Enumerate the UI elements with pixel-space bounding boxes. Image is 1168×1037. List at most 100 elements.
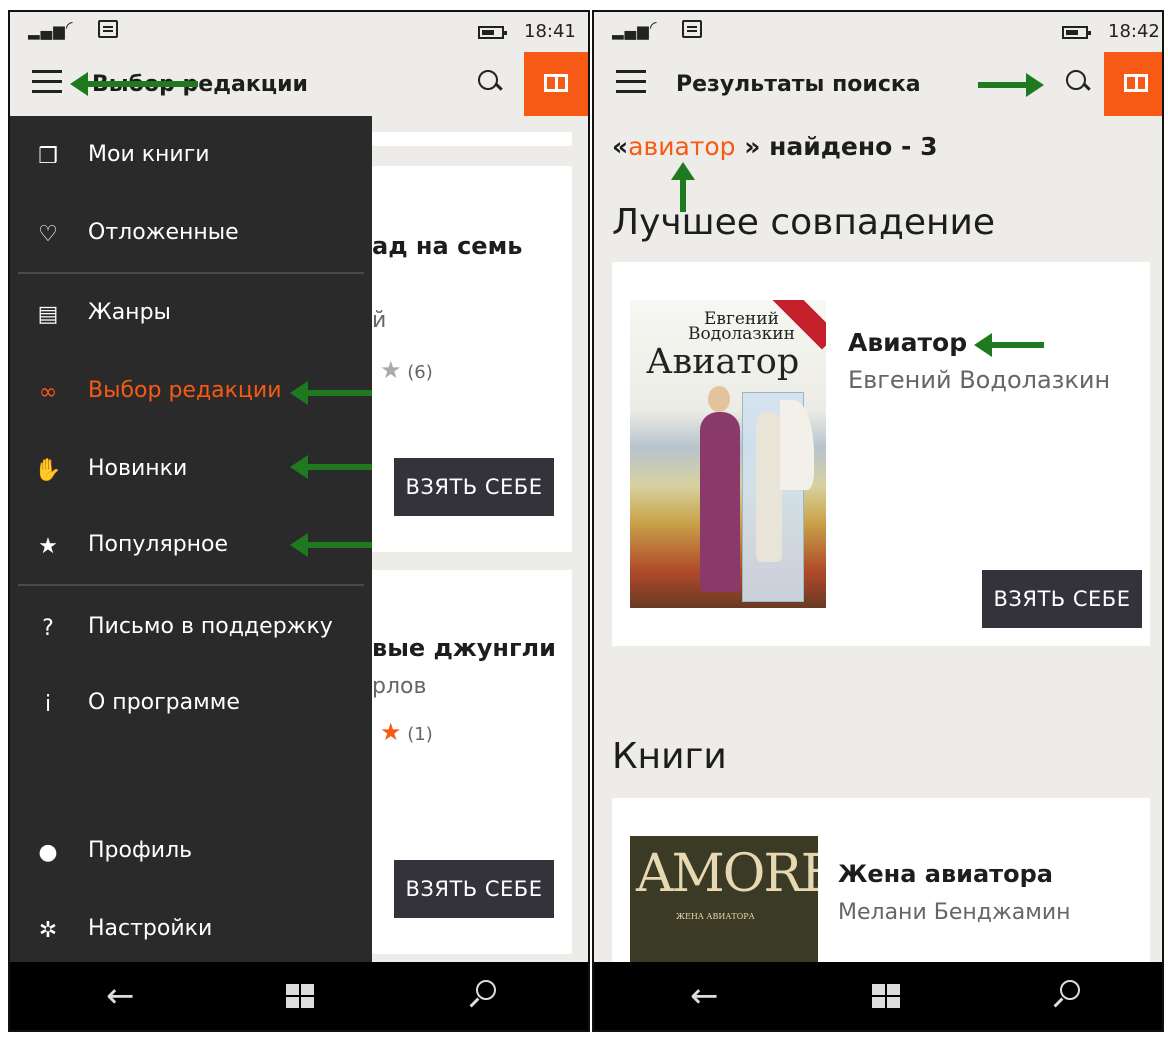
- hamburger-menu-icon[interactable]: [32, 70, 62, 94]
- clock: 18:42: [1108, 21, 1160, 42]
- book-title: вые джунгли: [372, 634, 556, 662]
- book-author: й: [372, 308, 387, 333]
- right-phone-screen: ▂▄▆ ◜ 18:42 Результаты поиска «авиатор »…: [592, 10, 1164, 1032]
- question-icon: ?: [42, 616, 54, 641]
- windows-start-icon[interactable]: [286, 984, 316, 1010]
- book-author[interactable]: Мелани Бенджамин: [838, 900, 1071, 925]
- star-icon: ★: [38, 534, 58, 559]
- annotation-arrow: [671, 162, 695, 212]
- annotation-arrow: [978, 73, 1044, 97]
- menu-item-favorites[interactable]: ♡ Отложенные: [10, 204, 372, 264]
- annotation-arrow: [290, 381, 372, 405]
- book-icon: [1124, 74, 1148, 92]
- menu-item-support[interactable]: ? Письмо в поддержку: [10, 598, 372, 658]
- message-icon: [682, 20, 702, 38]
- back-arrow-icon[interactable]: ←: [690, 979, 719, 1013]
- cover-title: AMORE: [636, 844, 818, 904]
- cover-subtitle: ЖЕНА АВИАТОРА: [676, 912, 755, 921]
- annotation-arrow: [290, 533, 372, 557]
- star-icon: ★: [380, 356, 402, 384]
- battery-icon: [478, 26, 507, 39]
- take-book-button[interactable]: ВЗЯТЬ СЕБЕ: [394, 458, 554, 516]
- search-icon[interactable]: [1052, 980, 1080, 1010]
- menu-item-new[interactable]: ✋ Новинки: [10, 440, 372, 500]
- my-books-button[interactable]: [1104, 52, 1162, 116]
- menu-item-label: Выбор редакции: [88, 378, 282, 403]
- wifi-icon: ◜: [66, 18, 73, 38]
- person-icon: ●: [38, 840, 58, 865]
- menu-item-label: Жанры: [88, 300, 171, 325]
- menu-item-label: Отложенные: [88, 220, 239, 245]
- book-icon: [544, 74, 568, 92]
- cover-wing: [780, 400, 814, 490]
- menu-item-label: Настройки: [88, 916, 213, 941]
- book-title: ад на семь: [372, 232, 523, 260]
- system-nav-bar: ←: [594, 962, 1162, 1030]
- quote-open: «: [612, 132, 629, 161]
- search-icon[interactable]: [1066, 70, 1092, 96]
- cover-figure: [700, 386, 740, 592]
- heart-icon: ♡: [38, 222, 58, 247]
- search-term[interactable]: авиатор: [628, 132, 735, 161]
- system-nav-bar: ←: [10, 962, 588, 1030]
- rating: ★ (6): [380, 356, 433, 384]
- menu-item-settings[interactable]: ✲ Настройки: [10, 900, 372, 960]
- book-author[interactable]: Евгений Водолазкин: [848, 366, 1110, 394]
- windows-start-icon[interactable]: [872, 984, 902, 1010]
- book-title[interactable]: Авиатор: [848, 328, 967, 357]
- books-heading: Книги: [612, 736, 727, 777]
- menu-item-genres[interactable]: ▤ Жанры: [10, 284, 372, 344]
- search-icon[interactable]: [468, 980, 496, 1010]
- book-title[interactable]: Жена авиатора: [838, 860, 1053, 888]
- wifi-icon: ◜: [650, 18, 657, 38]
- page-title: Результаты поиска: [676, 72, 921, 97]
- navigation-drawer: ❒ Мои книги ♡ Отложенные ▤ Жанры ∞ Выбор…: [10, 116, 372, 966]
- menu-item-label: О программе: [88, 690, 240, 715]
- take-book-button[interactable]: ВЗЯТЬ СЕБЕ: [394, 860, 554, 918]
- take-book-button[interactable]: ВЗЯТЬ СЕБЕ: [982, 570, 1142, 628]
- search-query-summary: «авиатор » найдено - 3: [612, 132, 938, 161]
- signal-icon: ▂▄▆: [28, 22, 66, 40]
- cover-title: Авиатор: [646, 342, 800, 382]
- menu-item-label: Мои книги: [88, 142, 210, 167]
- status-bar: ▂▄▆ ◜ 18:42: [594, 12, 1162, 52]
- menu-item-about[interactable]: i О программе: [10, 674, 372, 734]
- my-books-button[interactable]: [524, 52, 588, 116]
- menu-divider: [18, 584, 364, 586]
- menu-item-label: Письмо в поддержку: [88, 614, 333, 639]
- app-bar: Результаты поиска: [594, 52, 1162, 116]
- back-arrow-icon[interactable]: ←: [106, 979, 135, 1013]
- book-cover[interactable]: AMORE ЖЕНА АВИАТОРА: [630, 836, 818, 968]
- result-count: » найдено - 3: [735, 132, 938, 161]
- best-match-card[interactable]: Евгений Водолазкин Авиатор Авиатор Евген…: [612, 262, 1150, 646]
- book-list-item[interactable]: AMORE ЖЕНА АВИАТОРА Жена авиатора Мелани…: [612, 798, 1150, 968]
- menu-item-label: Профиль: [88, 838, 193, 863]
- message-icon: [98, 20, 118, 38]
- book-cover[interactable]: Евгений Водолазкин Авиатор: [630, 300, 826, 608]
- signal-icon: ▂▄▆: [612, 22, 650, 40]
- battery-icon: [1062, 26, 1091, 39]
- menu-item-label: Популярное: [88, 532, 229, 557]
- annotation-arrow: [974, 333, 1044, 357]
- rating-count: (6): [407, 362, 433, 383]
- menu-divider: [18, 272, 364, 274]
- menu-item-profile[interactable]: ● Профиль: [10, 822, 372, 882]
- menu-item-label: Новинки: [88, 456, 188, 481]
- annotation-arrow: [70, 72, 198, 96]
- rating-count: (1): [407, 724, 433, 745]
- glasses-icon: ∞: [38, 380, 58, 405]
- book-icon: ❒: [38, 144, 58, 169]
- search-icon[interactable]: [478, 70, 504, 96]
- menu-item-my-books[interactable]: ❒ Мои книги: [10, 126, 372, 186]
- star-icon: ★: [380, 718, 402, 746]
- book-author: рлов: [372, 674, 427, 699]
- cover-author: Евгений Водолазкин: [688, 309, 795, 344]
- cover-figure: [756, 412, 782, 562]
- clock: 18:41: [524, 21, 576, 42]
- rating: ★ (1): [380, 718, 433, 746]
- hamburger-menu-icon[interactable]: [616, 70, 646, 94]
- left-phone-screen: ▂▄▆ ◜ 18:41 Выбор редакции ад на семь й …: [8, 10, 590, 1032]
- info-icon: i: [44, 692, 52, 717]
- genres-icon: ▤: [37, 302, 59, 327]
- thumbs-up-icon: ✋: [34, 458, 62, 483]
